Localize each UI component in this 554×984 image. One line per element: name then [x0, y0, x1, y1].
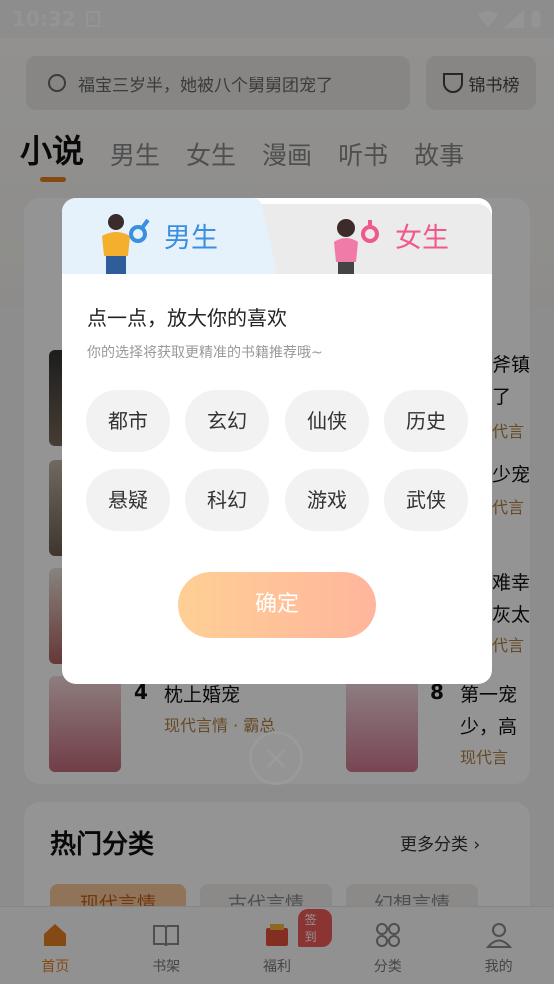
genre-option[interactable]: 都市: [86, 390, 170, 452]
genre-option[interactable]: 科幻: [185, 469, 269, 531]
gender-selector: 女生 男生: [62, 198, 492, 274]
genre-option[interactable]: 玄幻: [185, 390, 269, 452]
close-dialog-button[interactable]: [249, 731, 303, 785]
tab-female-label: 女生: [395, 223, 449, 254]
genre-option[interactable]: 历史: [384, 390, 468, 452]
confirm-button[interactable]: 确定: [178, 572, 376, 638]
dialog-title: 点一点，放大你的喜欢: [87, 306, 287, 330]
genre-option[interactable]: 悬疑: [86, 469, 170, 531]
tab-male-label: 男生: [164, 223, 218, 254]
genre-option[interactable]: 仙侠: [285, 390, 369, 452]
female-figure-icon: [334, 219, 379, 274]
dialog-subtitle: 你的选择将获取更精准的书籍推荐哦~: [87, 345, 323, 361]
male-figure-icon: [102, 214, 150, 274]
preference-dialog: 女生 男生 点一点，放大你的喜欢 你的选择将获取更精准的书籍推荐哦~ 都市 玄幻…: [62, 198, 492, 684]
genre-option[interactable]: 游戏: [285, 469, 369, 531]
genre-option[interactable]: 武侠: [384, 469, 468, 531]
tab-male-gender[interactable]: 男生: [62, 198, 277, 274]
